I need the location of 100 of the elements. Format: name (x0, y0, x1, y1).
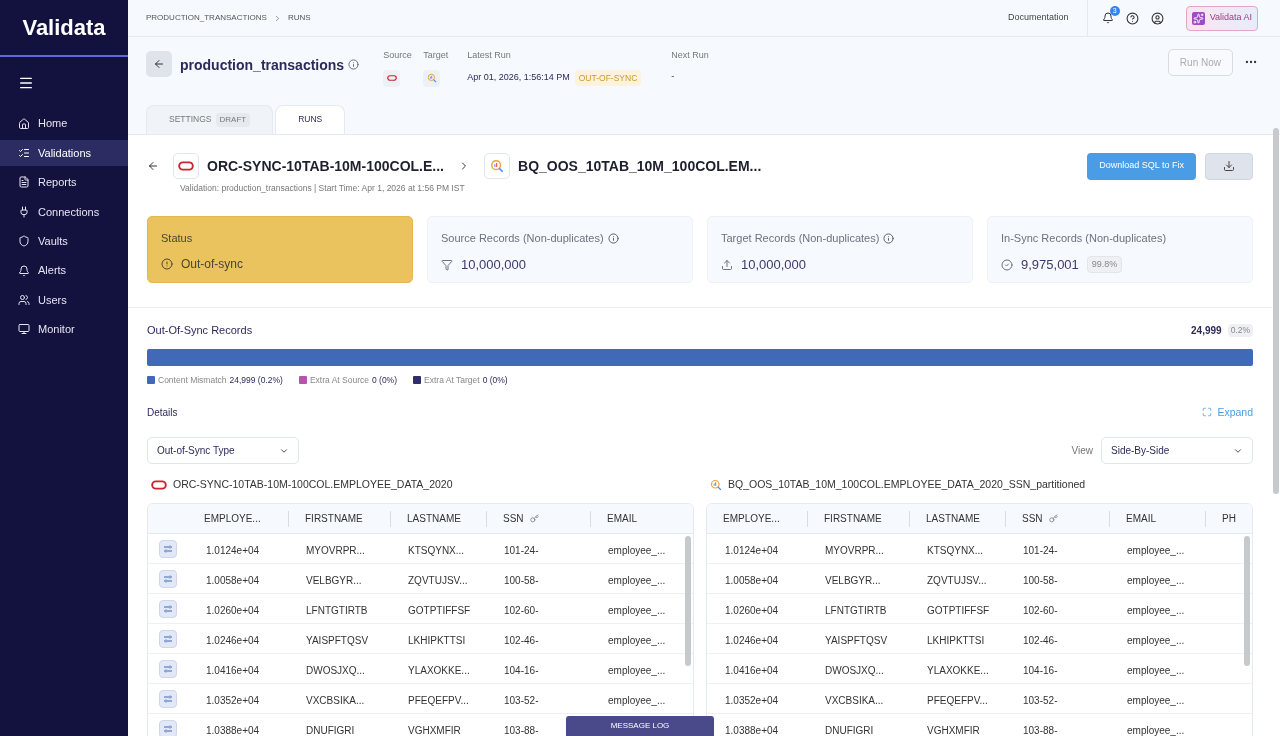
table-cell: 104-16- (1023, 664, 1058, 676)
table-cell: 103-52- (504, 694, 539, 706)
legend-label: Extra At Source (309, 373, 369, 387)
info-icon[interactable] (883, 233, 895, 244)
table-cell: VGHXMFIR (927, 724, 980, 736)
ai-button[interactable]: Validata AI (1185, 5, 1258, 31)
table-cell: KTSQYNX... (927, 544, 984, 556)
table-cell: 1.0388e+04 (206, 724, 260, 736)
column-header[interactable]: EMPLOYE... (204, 511, 261, 526)
checklist-icon (18, 147, 30, 160)
nav-item[interactable]: Monitor (0, 316, 128, 343)
breadcrumb-link[interactable]: PRODUCTION_TRANSACTIONS (146, 12, 267, 24)
column-header[interactable]: SSN (503, 511, 524, 526)
latest-run-label: Latest Run (467, 49, 512, 62)
target-label: Target (423, 49, 450, 62)
ring-icon (386, 73, 397, 83)
magnifier-chart-icon (710, 479, 722, 492)
target-table-name: BQ_OOS_10TAB_10M_100COL.EM... (518, 156, 762, 176)
table-cell: VXCBSIKA... (306, 694, 365, 706)
table-cell: ZQVTUJSV... (927, 574, 987, 586)
nav-item[interactable]: Vaults (0, 228, 128, 255)
column-header[interactable]: EMAIL (607, 511, 637, 526)
tab[interactable]: SETTINGS DRAFT (146, 104, 274, 134)
message-log-tab[interactable]: MESSAGE LOG (566, 716, 714, 736)
column-header[interactable]: LASTNAME (407, 511, 461, 526)
table-cell: VELBGYR... (306, 574, 362, 586)
tab[interactable]: RUNS (275, 104, 346, 134)
table-cell: LFNTGTIRTB (825, 604, 887, 616)
menu-icon[interactable] (18, 75, 34, 91)
table-cell: VELBGYR... (825, 574, 881, 586)
table-cell: 1.0352e+04 (725, 694, 779, 706)
card-label: In-Sync Records (Non-duplicates) (1001, 231, 1167, 247)
logo[interactable]: Validata (22, 11, 106, 44)
magnifier-chart-icon (426, 73, 437, 83)
back-icon (153, 58, 165, 70)
table-cell: employee_... (1127, 694, 1185, 706)
nav-item[interactable]: Connections (0, 198, 128, 225)
table-cell: 103-52- (1023, 694, 1058, 706)
nav-item[interactable]: Users (0, 286, 128, 313)
bell-icon[interactable] (1101, 12, 1114, 24)
legend-value: 0 (0%) (371, 373, 397, 387)
table-cell: employee_... (1127, 544, 1185, 556)
column-header[interactable]: LASTNAME (926, 511, 980, 526)
table-cell: employee_... (608, 664, 666, 676)
table-cell: LFNTGTIRTB (306, 604, 368, 616)
breadcrumb-link[interactable]: RUNS (287, 12, 311, 24)
column-header[interactable]: SSN (1022, 511, 1043, 526)
table-cell: GOTPTIFFSF (408, 604, 471, 616)
type-dropdown[interactable]: Out-of-Sync Type (147, 437, 299, 465)
diff-icon[interactable] (159, 599, 177, 618)
diff-icon[interactable] (159, 629, 177, 648)
nav-item[interactable]: Home (0, 110, 128, 137)
users-icon (18, 293, 30, 306)
info-icon[interactable] (607, 233, 619, 244)
next-run-label: Next Run (671, 49, 710, 62)
table-title: ORC-SYNC-10TAB-10M-100COL.EMPLOYEE_DATA_2020 (173, 477, 453, 493)
table-cell: 1.0058e+04 (206, 574, 260, 586)
table-cell: MYOVRPR... (306, 544, 365, 556)
view-dropdown[interactable]: Side-By-Side (1101, 437, 1253, 465)
download-button[interactable] (1205, 152, 1253, 180)
back-icon[interactable] (147, 160, 159, 172)
documentation-link[interactable]: Documentation (1008, 0, 1088, 37)
help-icon[interactable] (1125, 11, 1139, 25)
table-cell: 1.0246e+04 (206, 634, 260, 646)
table-cell: PFEQEFPV... (927, 694, 988, 706)
legend-label: Content Mismatch (158, 373, 227, 387)
back-button[interactable] (146, 51, 172, 77)
scrollbar[interactable] (1244, 536, 1250, 666)
column-header[interactable]: EMPLOYE... (723, 511, 780, 526)
table-cell: YAISPFTQSV (825, 634, 888, 646)
table-title: BQ_OOS_10TAB_10M_100COL.EMPLOYEE_DATA_2020_SSN_partitioned (728, 477, 1086, 493)
magnifier-chart-icon (490, 159, 504, 173)
table-cell: 102-60- (1023, 604, 1058, 616)
nav-item[interactable]: Reports (0, 169, 128, 196)
column-header[interactable]: FIRSTNAME (305, 511, 363, 526)
diff-icon[interactable] (159, 659, 177, 678)
diff-icon[interactable] (159, 569, 177, 588)
column-header[interactable]: PH (1222, 511, 1236, 526)
nav-item[interactable]: Validations (0, 140, 128, 167)
page-scrollbar[interactable] (1273, 128, 1279, 494)
section-title: Out-Of-Sync Records (147, 323, 254, 339)
table-cell: LKHIPKTTSI (927, 634, 985, 646)
card-value: 10,000,000 (741, 255, 807, 274)
key-icon (529, 514, 539, 523)
diff-icon[interactable] (159, 719, 177, 736)
table-cell: MYOVRPR... (825, 544, 884, 556)
card-value: 10,000,000 (461, 255, 527, 274)
table-cell: employee_... (608, 544, 666, 556)
user-icon[interactable] (1150, 11, 1164, 25)
diff-icon[interactable] (159, 539, 177, 558)
table-cell: ZQVTUJSV... (408, 574, 468, 586)
table-cell: DWOSJXQ... (825, 664, 884, 676)
info-icon[interactable] (348, 59, 360, 70)
scrollbar[interactable] (685, 536, 691, 666)
diff-icon[interactable] (159, 689, 177, 708)
nav-item[interactable]: Alerts (0, 257, 128, 284)
column-header[interactable]: FIRSTNAME (824, 511, 882, 526)
column-header[interactable]: EMAIL (1126, 511, 1156, 526)
view-label: View (1071, 444, 1093, 459)
table-cell: 1.0416e+04 (206, 664, 260, 676)
